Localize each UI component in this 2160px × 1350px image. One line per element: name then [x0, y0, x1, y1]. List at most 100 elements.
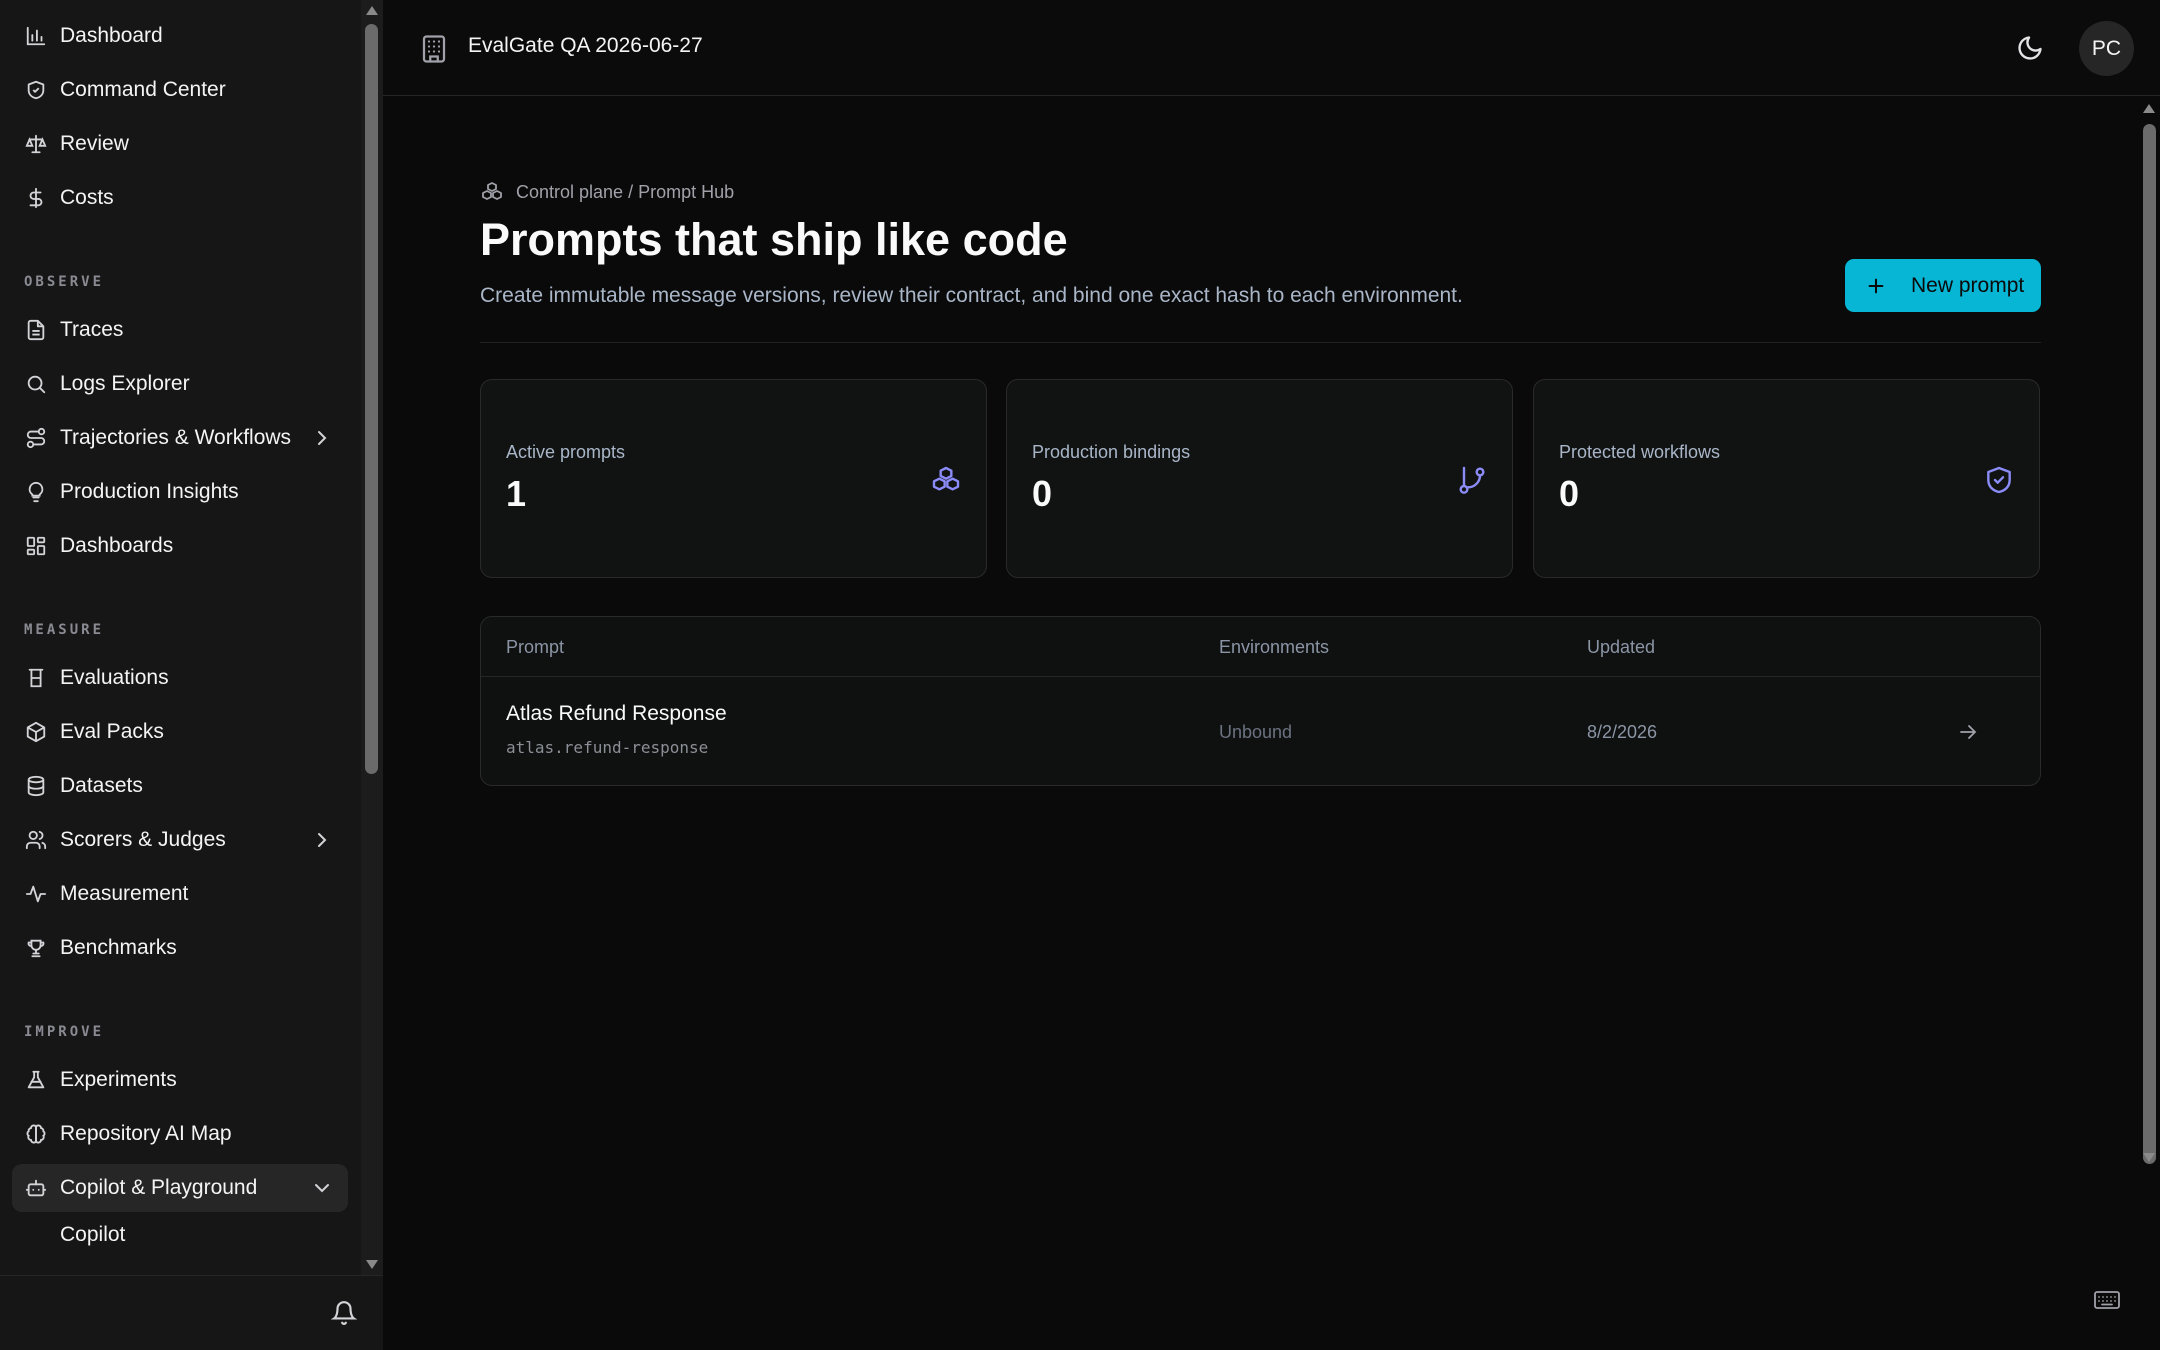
- sidebar-item-traces[interactable]: Traces: [12, 306, 348, 354]
- prompt-slug: atlas.refund-response: [506, 738, 709, 757]
- stat-label: Production bindings: [1032, 442, 1191, 462]
- sidebar-item-measurement[interactable]: Measurement: [12, 870, 348, 918]
- database-icon: [24, 774, 48, 798]
- sidebar-item-label: Traces: [60, 318, 124, 341]
- sidebar-item-dashboards[interactable]: Dashboards: [12, 522, 348, 570]
- sidebar-item-label: Costs: [60, 186, 114, 209]
- lightbulb-icon: [24, 480, 48, 504]
- dollar-icon: [24, 186, 48, 210]
- sidebar-item-label: Copilot & Playground: [60, 1176, 258, 1199]
- organization-name[interactable]: EvalGate QA 2026-06-27: [468, 34, 703, 58]
- activity-icon: [24, 882, 48, 906]
- sidebar-item-label: Measurement: [60, 882, 189, 905]
- sidebar-item-evaluations[interactable]: Evaluations: [12, 654, 348, 702]
- moon-icon[interactable]: [2016, 34, 2044, 62]
- column-header-environments[interactable]: Environments: [1219, 637, 1329, 658]
- chevron-down-icon: [315, 1184, 329, 1193]
- sidebar-item-copilot-playground[interactable]: Copilot & Playground: [12, 1164, 348, 1212]
- sidebar-item-label: Logs Explorer: [60, 372, 190, 395]
- bot-icon: [24, 1176, 48, 1200]
- column-header-updated[interactable]: Updated: [1587, 637, 1655, 658]
- shield-check-icon: [1987, 466, 2011, 494]
- git-branch-icon: [1459, 466, 1485, 494]
- column-header-prompt[interactable]: Prompt: [506, 637, 564, 658]
- scroll-up-arrow-icon[interactable]: [366, 6, 378, 15]
- sidebar-item-benchmarks[interactable]: Benchmarks: [12, 924, 348, 972]
- breadcrumb-text: Control plane / Prompt Hub: [516, 181, 735, 202]
- search-icon: [24, 372, 48, 396]
- chevron-right-icon: [318, 431, 327, 445]
- sidebar-item-label: Repository AI Map: [60, 1122, 232, 1145]
- sidebar-footer: [0, 1275, 383, 1350]
- sidebar-item-trajectories-workflows[interactable]: Trajectories & Workflows: [12, 414, 348, 462]
- users-icon: [24, 828, 48, 852]
- new-prompt-button[interactable]: New prompt: [1845, 259, 2041, 312]
- sidebar-item-command-center[interactable]: Command Center: [12, 66, 348, 114]
- sidebar-item-repository-ai-map[interactable]: Repository AI Map: [12, 1110, 348, 1158]
- sidebar-item-label: Benchmarks: [60, 936, 177, 959]
- layout-grid-icon: [24, 534, 48, 558]
- sidebar-item-label: Command Center: [60, 78, 226, 101]
- header-divider: [480, 342, 2041, 343]
- arrow-right-icon[interactable]: [1956, 720, 1980, 744]
- sidebar-item-label: Experiments: [60, 1068, 177, 1091]
- sidebar: Dashboard Command Center Review Costs OB…: [0, 0, 383, 1350]
- sidebar-item-logs-explorer[interactable]: Logs Explorer: [12, 360, 348, 408]
- keyboard-icon[interactable]: [2094, 1290, 2120, 1310]
- sidebar-subitem-copilot[interactable]: Copilot: [60, 1215, 125, 1255]
- stat-label: Active prompts: [506, 442, 626, 462]
- sidebar-item-label: Dashboards: [60, 534, 174, 557]
- sidebar-item-dashboard[interactable]: Dashboard: [12, 12, 348, 60]
- sidebar-item-label: Scorers & Judges: [60, 828, 226, 851]
- boxes-icon: [932, 466, 960, 491]
- sidebar-item-label: Eval Packs: [60, 720, 164, 743]
- main-scrollbar[interactable]: [2138, 96, 2160, 1166]
- sidebar-scrollbar[interactable]: [361, 0, 383, 1275]
- sidebar-item-datasets[interactable]: Datasets: [12, 762, 348, 810]
- scroll-down-arrow-icon[interactable]: [366, 1260, 378, 1269]
- stat-card-active-prompts: Active prompts 1: [480, 379, 987, 578]
- table-row[interactable]: Atlas Refund Response atlas.refund-respo…: [481, 678, 2040, 785]
- sidebar-item-review[interactable]: Review: [12, 120, 348, 168]
- breadcrumb: Control plane / Prompt Hub: [480, 180, 734, 204]
- sidebar-item-label: Dashboard: [60, 24, 163, 47]
- sidebar-item-production-insights[interactable]: Production Insights: [12, 468, 348, 516]
- avatar[interactable]: PC: [2079, 21, 2134, 76]
- bar-chart-icon: [24, 24, 48, 48]
- plus-icon: [1868, 278, 1884, 293]
- stat-label: Protected workflows: [1559, 442, 1721, 462]
- flask-icon: [24, 1068, 48, 1092]
- page-title: Prompts that ship like code: [480, 214, 1068, 265]
- stat-card-production-bindings: Production bindings 0: [1006, 379, 1513, 578]
- scrollbar-thumb[interactable]: [2143, 124, 2156, 1164]
- stat-card-protected-workflows: Protected workflows 0: [1533, 379, 2040, 578]
- boxes-icon: [482, 182, 502, 200]
- sidebar-item-experiments[interactable]: Experiments: [12, 1056, 348, 1104]
- bell-icon[interactable]: [331, 1300, 357, 1326]
- sidebar-item-scorers-judges[interactable]: Scorers & Judges: [12, 816, 348, 864]
- prompt-name[interactable]: Atlas Refund Response: [506, 702, 727, 726]
- prompt-environments: Unbound: [1219, 722, 1293, 742]
- sidebar-item-label: Evaluations: [60, 666, 169, 689]
- new-prompt-label: New prompt: [1911, 273, 2025, 297]
- trophy-icon: [24, 936, 48, 960]
- package-icon: [24, 720, 48, 744]
- sidebar-item-eval-packs[interactable]: Eval Packs: [12, 708, 348, 756]
- stat-value: 0: [1559, 473, 1580, 514]
- prompts-table: Prompt Environments Updated Atlas Refund…: [480, 616, 2041, 786]
- scroll-up-arrow-icon[interactable]: [2143, 104, 2155, 113]
- file-text-icon: [24, 318, 48, 342]
- workflow-icon: [24, 426, 48, 450]
- brain-icon: [24, 1122, 48, 1146]
- scrollbar-thumb[interactable]: [365, 24, 378, 774]
- shield-icon: [24, 78, 48, 102]
- scroll-down-arrow-icon[interactable]: [2143, 1153, 2155, 1162]
- sidebar-nav: Dashboard Command Center Review Costs OB…: [0, 0, 360, 1275]
- stat-value: 0: [1032, 473, 1053, 514]
- sidebar-item-label: Review: [60, 132, 129, 155]
- chevron-right-icon: [318, 833, 327, 847]
- sidebar-item-costs[interactable]: Costs: [12, 174, 348, 222]
- prompt-updated: 8/2/2026: [1587, 722, 1658, 742]
- section-observe: OBSERVE: [24, 274, 105, 290]
- section-measure: MEASURE: [24, 622, 105, 638]
